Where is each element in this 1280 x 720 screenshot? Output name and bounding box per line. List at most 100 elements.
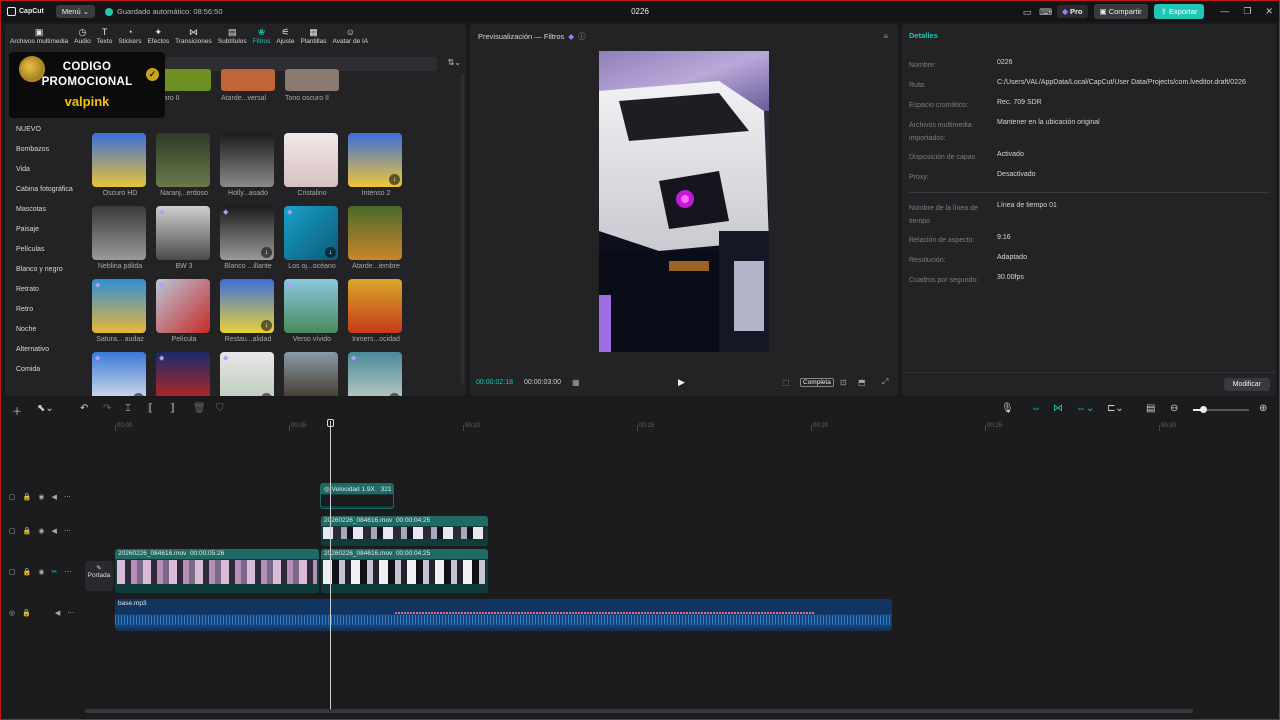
filter-thumbnail[interactable] — [348, 206, 402, 260]
redo-icon[interactable]: ↷ — [103, 403, 111, 414]
download-icon[interactable]: ↓ — [389, 174, 400, 185]
filter-thumbnail[interactable]: ◆ — [156, 352, 210, 396]
zoom-out-icon[interactable]: ⊖ — [1170, 403, 1178, 414]
shortcut-icon[interactable]: ⌨ — [1039, 6, 1052, 18]
undo-icon[interactable]: ↶ — [80, 403, 88, 414]
tool-tab[interactable]: ▣ Archivos multimedia — [7, 24, 71, 50]
zoom-knob[interactable] — [1200, 406, 1207, 413]
zoom-in-icon[interactable]: ⊕ — [1259, 403, 1267, 414]
maximize-icon[interactable]: ❐ — [1243, 6, 1251, 17]
minimize-icon[interactable]: — — [1220, 6, 1229, 17]
split-left-icon[interactable]: ⟦ — [148, 403, 153, 414]
filter-thumbnail[interactable] — [284, 133, 338, 187]
filter-thumbnail[interactable]: ↓ — [220, 279, 274, 333]
lock-icon[interactable]: 🔒 — [22, 609, 31, 617]
full-quality-button[interactable]: Completa — [800, 377, 834, 387]
category-item[interactable]: Bombazos — [5, 140, 85, 160]
category-item[interactable]: Paisaje — [5, 220, 85, 240]
more-icon[interactable]: ⋯ — [64, 568, 71, 576]
export-button[interactable]: ⇪ Exportar — [1153, 4, 1205, 19]
download-icon[interactable]: ↓ — [325, 247, 336, 258]
add-icon[interactable]: ＋ — [12, 403, 22, 418]
download-icon[interactable]: ↓ — [261, 247, 272, 258]
tool-tab[interactable]: ◷ Audio — [71, 24, 94, 50]
fullscreen-icon[interactable]: ⤢ — [882, 377, 888, 387]
split-right-icon[interactable]: ⟧ — [170, 403, 175, 414]
eye-icon[interactable]: ◉ — [38, 527, 44, 535]
filter-thumbnail[interactable]: ◆↓ — [348, 352, 402, 396]
filter-thumbnail[interactable]: ◆↓ — [284, 206, 338, 260]
download-icon[interactable]: ↓ — [261, 393, 272, 396]
filter-card[interactable]: Holly...asado — [220, 133, 276, 197]
filter-thumbnail[interactable] — [157, 69, 211, 91]
eye-icon[interactable]: ◉ — [38, 568, 44, 576]
category-item[interactable]: Alternativo — [5, 340, 85, 360]
filter-thumbnail[interactable] — [92, 206, 146, 260]
info-icon[interactable]: ⓘ — [578, 31, 586, 42]
filter-thumbnail[interactable]: ◆ — [156, 279, 210, 333]
pro-button[interactable]: ◆ Pro — [1057, 5, 1088, 18]
lock-icon[interactable]: 🔒 — [23, 568, 32, 576]
filter-thumbnail[interactable]: ◆↓ — [92, 352, 146, 396]
overlay-clip[interactable]: 20260226_084616.mov 00:00:04:25 — [321, 516, 488, 546]
tool-tab[interactable]: ▦ Plantillas — [297, 24, 329, 50]
download-icon[interactable]: ↓ — [389, 393, 400, 396]
timeline-scrollbar[interactable] — [85, 709, 1193, 713]
zoom-slider[interactable] — [1193, 406, 1249, 413]
download-icon[interactable]: ↓ — [261, 320, 272, 331]
eye-icon[interactable]: ◉ — [38, 493, 44, 501]
filter-card[interactable]: ◆ Satura... audaz — [92, 279, 148, 343]
category-item[interactable]: Cabina fotográfica — [5, 180, 85, 200]
category-item[interactable]: Comida — [5, 360, 85, 380]
filter-thumbnail[interactable]: ◆↓ — [220, 206, 274, 260]
filter-thumbnail[interactable]: ◆ — [92, 279, 146, 333]
filter-card[interactable]: Daisies Glow — [284, 352, 340, 396]
lock-icon[interactable]: 🔒 — [23, 493, 32, 501]
tool-tab[interactable]: ◔ Stickers — [115, 24, 144, 50]
filter-card[interactable]: Oscuro HD — [92, 133, 148, 197]
filter-card[interactable]: Inmers...ocidad — [348, 279, 404, 343]
speed-clip[interactable]: ◎ Velocidad 1.9X 321 — [320, 483, 394, 509]
playhead[interactable] — [330, 421, 331, 711]
preview-axis-icon[interactable]: ⊏⌄ — [1107, 403, 1124, 414]
layout-icon[interactable]: ▭ — [1021, 6, 1033, 18]
snap-icon[interactable]: ⇔⌄ — [1076, 403, 1094, 414]
filter-thumbnail[interactable] — [220, 133, 274, 187]
filter-thumbnail[interactable]: ◆ — [156, 206, 210, 260]
filter-card[interactable]: ↓ Restau...alidad — [220, 279, 276, 343]
time-ruler[interactable]: 00:00 00:05 00:10 00:15 00:20 00:25 00:30 — [85, 421, 1279, 435]
menu-button[interactable]: Menú ⌄ — [55, 5, 96, 18]
filter-thumbnail[interactable] — [92, 133, 146, 187]
filter-card[interactable]: ◆ BW 3 — [156, 206, 212, 270]
filter-card[interactable]: ◆ ↓ Los oj...océano — [284, 206, 340, 270]
speaker-icon[interactable]: ◀ — [51, 527, 56, 535]
shield-icon[interactable]: ⛉ — [216, 403, 224, 414]
select-icon[interactable]: ⬉⌄ — [37, 403, 54, 414]
share-button[interactable]: ▣ Compartir — [1093, 4, 1148, 19]
hamburger-icon[interactable]: ≡ — [883, 32, 888, 41]
cover-button[interactable]: ✎ Portada — [85, 561, 113, 591]
microphone-icon[interactable]: 🎙 — [1001, 403, 1014, 414]
sort-icon[interactable]: ⇅⌄ — [448, 58, 461, 67]
filter-card[interactable]: Neblina pálida — [92, 206, 148, 270]
filter-card[interactable]: ◆↓Estudi...scotas — [92, 352, 148, 396]
grid-view-icon[interactable]: ▦ — [572, 378, 580, 387]
filter-card[interactable]: ◆ Película — [156, 279, 212, 343]
category-item[interactable]: Retro — [5, 300, 85, 320]
filter-thumbnail[interactable] — [221, 69, 275, 91]
tool-tab[interactable]: ⚟ Ajuste — [273, 24, 297, 50]
category-item[interactable]: Retrato — [5, 280, 85, 300]
cut-icon[interactable]: ✂ — [51, 568, 57, 576]
more-icon[interactable]: ⋯ — [64, 527, 71, 535]
modify-button[interactable]: Modificar — [1223, 378, 1270, 391]
play-icon[interactable]: ▶ — [678, 377, 685, 388]
category-item[interactable]: Vida — [5, 160, 85, 180]
audio-clip[interactable]: base.mp3 — [115, 599, 892, 631]
tool-tab[interactable]: ❀ Filtros — [250, 24, 274, 50]
more-icon[interactable]: ⋯ — [67, 609, 74, 617]
tool-tab[interactable]: ⋈ Transiciones — [172, 24, 215, 50]
category-item[interactable]: Mascotas — [5, 200, 85, 220]
filter-thumbnail[interactable]: ↓ — [348, 133, 402, 187]
category-item[interactable]: NUEVO — [5, 120, 85, 140]
tool-tab[interactable]: ✦ Efectos — [144, 24, 172, 50]
